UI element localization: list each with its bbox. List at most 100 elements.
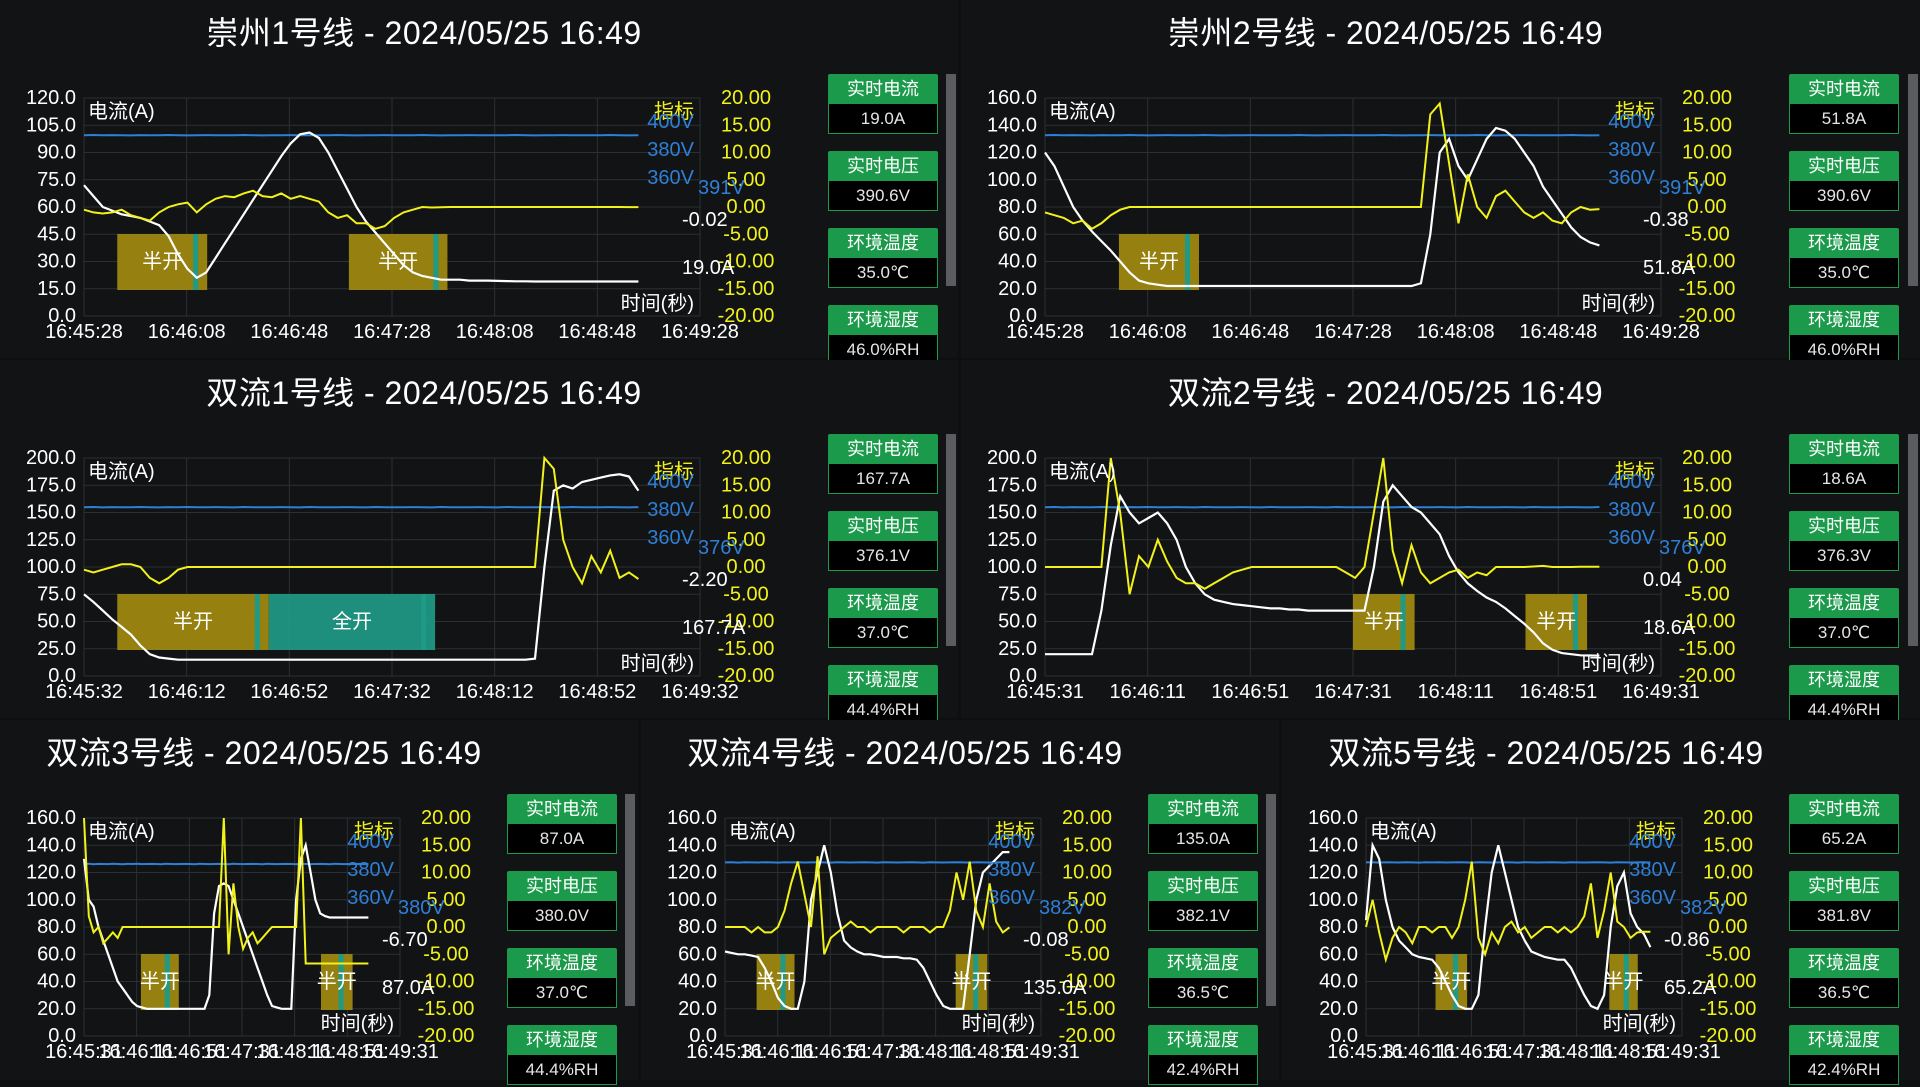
scrollbar[interactable] — [946, 74, 956, 286]
x-tick-label: 16:47:31 — [1314, 681, 1392, 703]
current-axis-label: 电流(A) — [88, 460, 155, 483]
indicator-line — [1366, 862, 1650, 960]
panel-shuangliu-5: 双流5号线 - 2024/05/25 16:49 160.0140.0120.0… — [1282, 720, 1920, 1080]
y2-tick-label: -5.00 — [423, 943, 469, 965]
y-tick-label: 120.0 — [26, 87, 76, 109]
indicator-end-label: -6.70 — [382, 929, 428, 951]
scrollbar[interactable] — [625, 794, 635, 1006]
panel-title: 双流4号线 - 2024/05/25 16:49 — [641, 728, 1169, 774]
x-tick-label: 16:47:28 — [1314, 321, 1392, 343]
voltage-ref-380: 380V — [1608, 499, 1655, 521]
voltage-ref-400: 400V — [647, 471, 694, 493]
x-tick-label: 16:48:11 — [1417, 681, 1493, 703]
card-voltage: 实时电压390.6V — [828, 151, 938, 213]
y-tick-label: 100.0 — [26, 889, 76, 911]
card-temperature: 环境温度37.0℃ — [507, 948, 617, 1010]
y2-tick-label: 0.00 — [1688, 196, 1727, 218]
y-tick-label: 50.0 — [37, 611, 76, 633]
y-tick-label: 75.0 — [37, 169, 76, 191]
card-voltage: 实时电压381.8V — [1789, 871, 1899, 933]
scrollbar[interactable] — [1908, 74, 1918, 286]
y2-tick-label: -15.00 — [418, 998, 475, 1020]
card-voltage: 实时电压376.1V — [828, 511, 938, 573]
indicator-end-label: -0.38 — [1643, 209, 1689, 231]
voltage-ref-360: 360V — [1608, 527, 1655, 549]
voltage-end-label: 376V — [1659, 537, 1706, 559]
y-tick-label: 140.0 — [1308, 834, 1358, 856]
y2-tick-label: 15.00 — [421, 834, 471, 856]
panel-title: 双流2号线 - 2024/05/25 16:49 — [961, 368, 1810, 414]
y-tick-label: 25.0 — [37, 638, 76, 660]
card-current: 实时电流65.2A — [1789, 794, 1899, 856]
y-tick-label: 175.0 — [987, 474, 1037, 496]
y2-tick-label: -5.00 — [1684, 583, 1730, 605]
y-tick-label: 40.0 — [998, 251, 1037, 273]
indicator-end-label: 0.04 — [1643, 569, 1682, 591]
x-tick-label: 16:46:08 — [1109, 321, 1187, 343]
time-axis-label: 时间(秒) — [962, 1012, 1035, 1035]
y-tick-label: 75.0 — [998, 583, 1037, 605]
voltage-end-label: 380V — [398, 897, 445, 919]
voltage-ref-360: 360V — [647, 167, 694, 189]
indicator-line — [1045, 104, 1599, 229]
y-tick-label: 25.0 — [998, 638, 1037, 660]
scrollbar[interactable] — [1908, 434, 1918, 646]
voltage-ref-400: 400V — [1608, 111, 1655, 133]
current-axis-label: 电流(A) — [729, 820, 796, 843]
line-chart: 200.0175.0150.0125.0100.075.050.025.00.0… — [0, 418, 850, 718]
voltage-end-label: 382V — [1680, 897, 1727, 919]
card-voltage: 实时电压382.1V — [1148, 871, 1258, 933]
voltage-ref-400: 400V — [647, 111, 694, 133]
y-tick-label: 150.0 — [987, 502, 1037, 524]
valve-band-label: 半开 — [951, 970, 991, 993]
y-tick-label: 100.0 — [987, 556, 1037, 578]
y2-tick-label: 0.00 — [1688, 556, 1727, 578]
x-tick-label: 16:48:48 — [1519, 321, 1597, 343]
voltage-end-label: 382V — [1039, 897, 1086, 919]
x-tick-label: 16:45:32 — [45, 681, 123, 703]
valve-band-label: 半开 — [142, 250, 182, 273]
y-tick-label: 45.0 — [37, 223, 76, 245]
y2-tick-label: 10.00 — [1062, 862, 1112, 884]
y2-tick-label: 0.00 — [727, 196, 766, 218]
card-humidity: 环境湿度44.4%RH — [1789, 665, 1899, 727]
y-tick-label: 90.0 — [37, 142, 76, 164]
voltage-ref-380: 380V — [1629, 859, 1676, 881]
y-tick-label: 40.0 — [37, 971, 76, 993]
x-tick-label: 16:45:28 — [1006, 321, 1084, 343]
valve-band-stripe — [433, 234, 438, 290]
line-chart: 120.0105.090.075.060.045.030.015.00.016:… — [0, 58, 850, 358]
card-current: 实时电流167.7A — [828, 434, 938, 496]
valve-band-label: 半开 — [1431, 970, 1471, 993]
scrollbar[interactable] — [1266, 794, 1276, 1006]
y-tick-label: 80.0 — [37, 916, 76, 938]
voltage-ref-400: 400V — [1608, 471, 1655, 493]
y-tick-label: 120.0 — [1308, 862, 1358, 884]
y-tick-label: 20.0 — [678, 998, 717, 1020]
time-axis-label: 时间(秒) — [621, 652, 694, 675]
panel-title: 崇州1号线 - 2024/05/25 16:49 — [0, 8, 848, 54]
time-axis-label: 时间(秒) — [321, 1012, 394, 1035]
y-tick-label: 160.0 — [667, 807, 717, 829]
voltage-ref-360: 360V — [347, 887, 394, 909]
y-tick-label: 140.0 — [667, 834, 717, 856]
y2-tick-label: 20.00 — [421, 807, 471, 829]
valve-band-label: 半开 — [317, 970, 357, 993]
current-end-label: 135.0A — [1023, 977, 1087, 999]
card-temperature: 环境温度35.0℃ — [1789, 228, 1899, 290]
scrollbar[interactable] — [946, 434, 956, 646]
y2-tick-label: -5.00 — [723, 223, 769, 245]
y2-tick-label: 10.00 — [1682, 142, 1732, 164]
card-humidity: 环境湿度42.4%RH — [1148, 1025, 1258, 1087]
voltage-end-label: 376V — [698, 537, 745, 559]
card-current: 实时电流19.0A — [828, 74, 938, 136]
voltage-ref-360: 360V — [647, 527, 694, 549]
y2-tick-label: -15.00 — [718, 278, 775, 300]
valve-band-label: 半开 — [378, 250, 418, 273]
x-tick-label: 16:48:52 — [558, 681, 636, 703]
y-tick-label: 80.0 — [678, 916, 717, 938]
y2-tick-label: 10.00 — [1682, 502, 1732, 524]
y-tick-label: 120.0 — [26, 862, 76, 884]
y-tick-label: 20.0 — [1319, 998, 1358, 1020]
voltage-ref-380: 380V — [347, 859, 394, 881]
